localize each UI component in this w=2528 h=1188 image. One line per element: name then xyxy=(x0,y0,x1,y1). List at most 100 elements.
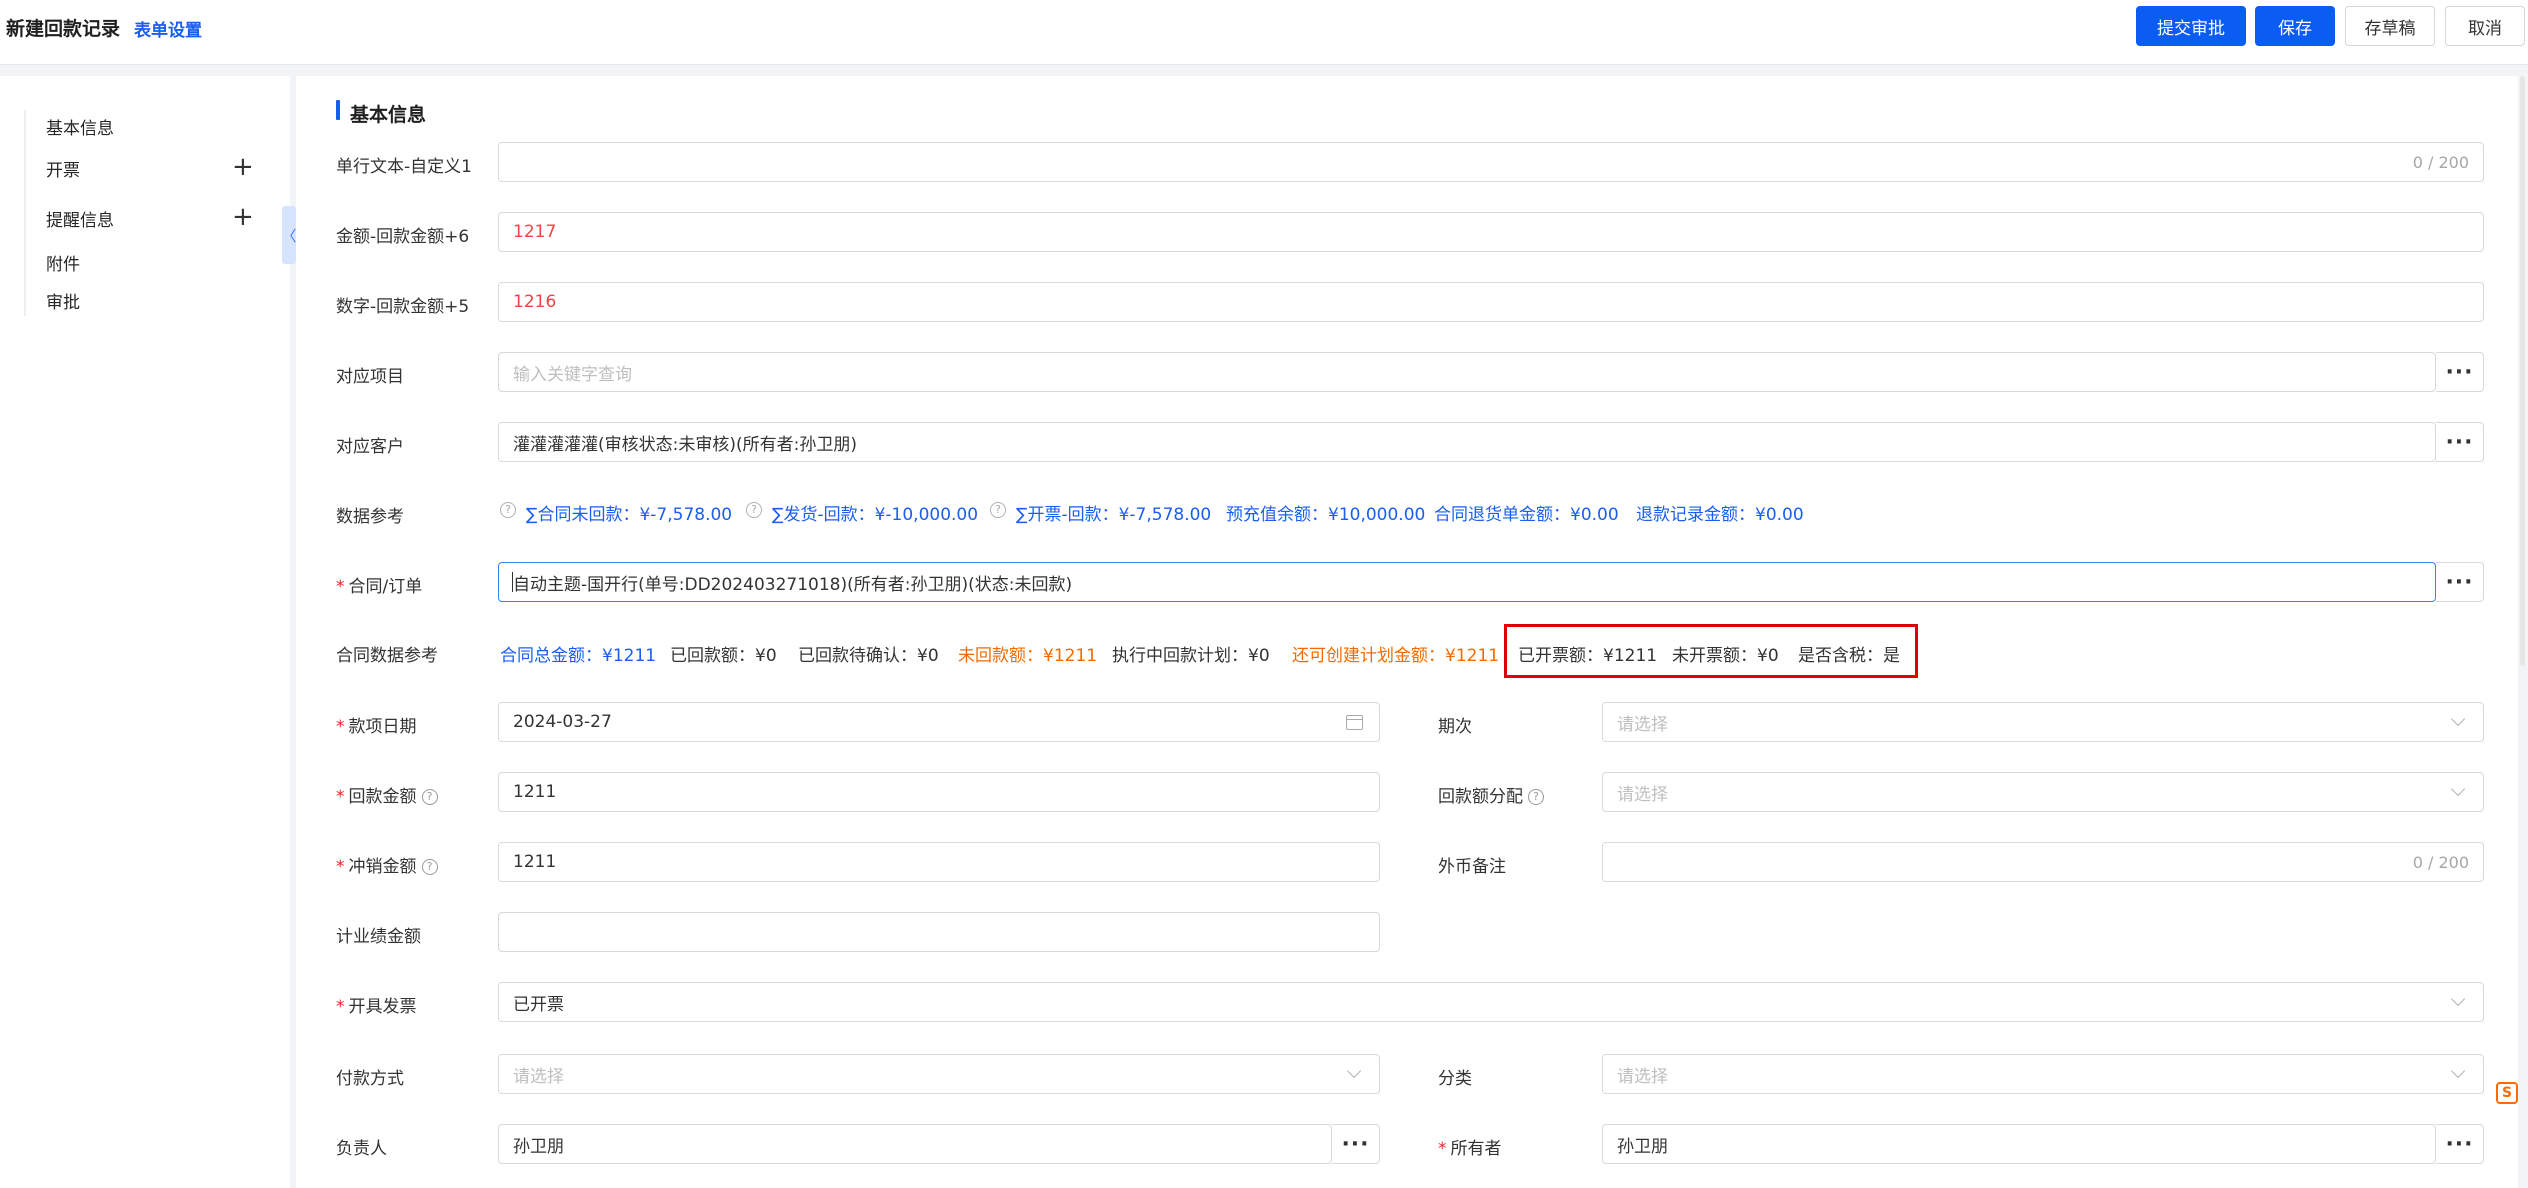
nav-item-attachment[interactable]: 附件 xyxy=(46,250,80,275)
payment-amount-input[interactable]: 1211 xyxy=(498,772,1380,812)
category-placeholder: 请选择 xyxy=(1617,1066,1668,1087)
ref-prepaid-balance: 预充值余额：¥10,000.00 xyxy=(1226,505,1426,525)
contract-unpaid: 未回款额：¥1211 xyxy=(958,646,1098,666)
fx-note-label: 外币备注 xyxy=(1438,857,1506,877)
help-icon[interactable]: ? xyxy=(500,502,516,518)
ref-delivery-payment: ∑发货-回款：¥-10,000.00 xyxy=(772,505,979,525)
cancel-button[interactable]: 取消 xyxy=(2445,6,2525,46)
nav-item-invoice[interactable]: 开票 xyxy=(46,156,80,181)
required-mark: * xyxy=(336,787,345,807)
nav-item-basic-info[interactable]: 基本信息 xyxy=(46,114,114,139)
contract-ref-label: 合同数据参考 xyxy=(336,646,438,666)
nav-item-approval[interactable]: 审批 xyxy=(46,288,80,313)
due-date-label: * 款项日期 xyxy=(336,712,417,737)
owner-person-more-button[interactable]: ··· xyxy=(1332,1124,1380,1164)
pay-method-label: 付款方式 xyxy=(336,1069,404,1089)
ref-contract-unpaid: ∑合同未回款：¥-7,578.00 xyxy=(526,505,733,525)
commission-label: 计业绩金额 xyxy=(336,927,421,947)
allocation-select[interactable]: 请选择 xyxy=(1602,772,2484,812)
customer-input[interactable]: 灌灌灌灌灌(审核状态:未审核)(所有者:孙卫朋) xyxy=(498,422,2436,462)
page-title: 新建回款记录 xyxy=(6,18,121,40)
contract-paid: 已回款额：¥0 xyxy=(670,646,777,666)
form-settings-link[interactable]: 表单设置 xyxy=(134,16,202,41)
allocation-label: 回款额分配? xyxy=(1438,782,1544,807)
payment-amount-value: 1211 xyxy=(513,782,557,802)
period-label: 期次 xyxy=(1438,717,1472,737)
owner-value: 孙卫朋 xyxy=(1617,1136,1668,1157)
number5-input[interactable]: 1216 xyxy=(498,282,2484,322)
contract-total: 合同总金额：¥1211 xyxy=(500,646,657,666)
section-title: 基本信息 xyxy=(350,104,427,126)
expand-invoice-plus-icon[interactable]: + xyxy=(232,154,254,180)
nav-divider xyxy=(24,110,26,316)
collapse-sidebar-icon[interactable]: 〈 xyxy=(282,206,297,264)
due-date-value: 2024-03-27 xyxy=(513,712,612,732)
owner-person-input[interactable]: 孙卫朋 xyxy=(498,1124,1332,1164)
text1-label: 单行文本-自定义1 xyxy=(336,157,472,177)
fx-note-char-count: 0 / 200 xyxy=(2412,852,2469,872)
contract-plans-running: 执行中回款计划：¥0 xyxy=(1112,646,1270,666)
invoice-select[interactable]: 已开票 xyxy=(498,982,2484,1022)
owner-input[interactable]: 孙卫朋 xyxy=(1602,1124,2436,1164)
data-ref-label: 数据参考 xyxy=(336,507,404,527)
owner-label: * 所有者 xyxy=(1438,1134,1502,1159)
submit-approval-button[interactable]: 提交审批 xyxy=(2136,6,2246,46)
allocation-label-text: 回款额分配 xyxy=(1438,787,1523,807)
contract-label-text: 合同/订单 xyxy=(348,577,423,597)
pay-method-select[interactable]: 请选择 xyxy=(498,1054,1380,1094)
project-placeholder: 输入关键字查询 xyxy=(513,364,632,385)
ref-refund-amount: 退款记录金额：¥0.00 xyxy=(1636,505,1804,525)
contract-paid-pending: 已回款待确认：¥0 xyxy=(798,646,939,666)
chevron-down-icon xyxy=(2450,1063,2466,1079)
writeoff-value: 1211 xyxy=(513,852,557,872)
save-draft-button[interactable]: 存草稿 xyxy=(2345,6,2435,46)
payment-amount-label: * 回款金额? xyxy=(336,782,438,807)
help-icon[interactable]: ? xyxy=(990,502,1006,518)
period-select[interactable]: 请选择 xyxy=(1602,702,2484,742)
customer-value: 灌灌灌灌灌(审核状态:未审核)(所有者:孙卫朋) xyxy=(513,434,857,455)
save-button[interactable]: 保存 xyxy=(2255,6,2335,46)
help-icon[interactable]: ? xyxy=(1528,789,1544,805)
ref-invoice-payment: ∑开票-回款：¥-7,578.00 xyxy=(1016,505,1212,525)
commission-input[interactable] xyxy=(498,912,1380,952)
invoice-label-text: 开具发票 xyxy=(348,997,417,1017)
contract-input[interactable]: 自动主题-国开行(单号:DD202403271018)(所有者:孙卫朋)(状态:… xyxy=(498,562,2436,602)
number5-label: 数字-回款金额+5 xyxy=(336,297,470,317)
expand-reminder-plus-icon[interactable]: + xyxy=(232,204,254,230)
allocation-placeholder: 请选择 xyxy=(1617,784,1668,805)
invoice-label: * 开具发票 xyxy=(336,992,417,1017)
owner-person-label: 负责人 xyxy=(336,1139,387,1159)
help-icon[interactable]: ? xyxy=(421,859,438,875)
due-date-picker[interactable]: 2024-03-27 xyxy=(498,702,1380,742)
required-mark: * xyxy=(336,857,345,877)
highlight-box xyxy=(1504,624,1918,678)
nav-item-reminder[interactable]: 提醒信息 xyxy=(46,206,114,231)
required-mark: * xyxy=(336,717,345,737)
writeoff-input[interactable]: 1211 xyxy=(498,842,1380,882)
pay-method-placeholder: 请选择 xyxy=(513,1066,564,1087)
fx-note-input[interactable]: 0 / 200 xyxy=(1602,842,2484,882)
text1-char-count: 0 / 200 xyxy=(2412,152,2469,172)
invoice-value: 已开票 xyxy=(513,994,564,1015)
contract-more-button[interactable]: ··· xyxy=(2436,562,2484,602)
chevron-down-icon xyxy=(2450,991,2466,1007)
scrollbar[interactable] xyxy=(2520,76,2525,666)
top-bar: 新建回款记录 表单设置 提交审批 保存 存草稿 取消 xyxy=(0,0,2528,65)
contract-value: 自动主题-国开行(单号:DD202403271018)(所有者:孙卫朋)(状态:… xyxy=(513,574,1073,595)
project-input[interactable]: 输入关键字查询 xyxy=(498,352,2436,392)
amount6-input[interactable]: 1217 xyxy=(498,212,2484,252)
required-mark: * xyxy=(336,997,345,1017)
text1-input[interactable]: 0 / 200 xyxy=(498,142,2484,182)
chevron-down-icon xyxy=(2450,711,2466,727)
help-icon[interactable]: ? xyxy=(746,502,762,518)
help-icon[interactable]: ? xyxy=(421,789,438,805)
category-label: 分类 xyxy=(1438,1069,1472,1089)
floating-s-icon[interactable]: S xyxy=(2496,1082,2518,1104)
project-more-button[interactable]: ··· xyxy=(2436,352,2484,392)
category-select[interactable]: 请选择 xyxy=(1602,1054,2484,1094)
writeoff-label-text: 冲销金额 xyxy=(348,857,417,877)
chevron-down-icon xyxy=(1346,1063,1362,1079)
owner-more-button[interactable]: ··· xyxy=(2436,1124,2484,1164)
customer-more-button[interactable]: ··· xyxy=(2436,422,2484,462)
section-nav: 基本信息 开票 + 提醒信息 + 附件 审批 xyxy=(0,76,290,1188)
